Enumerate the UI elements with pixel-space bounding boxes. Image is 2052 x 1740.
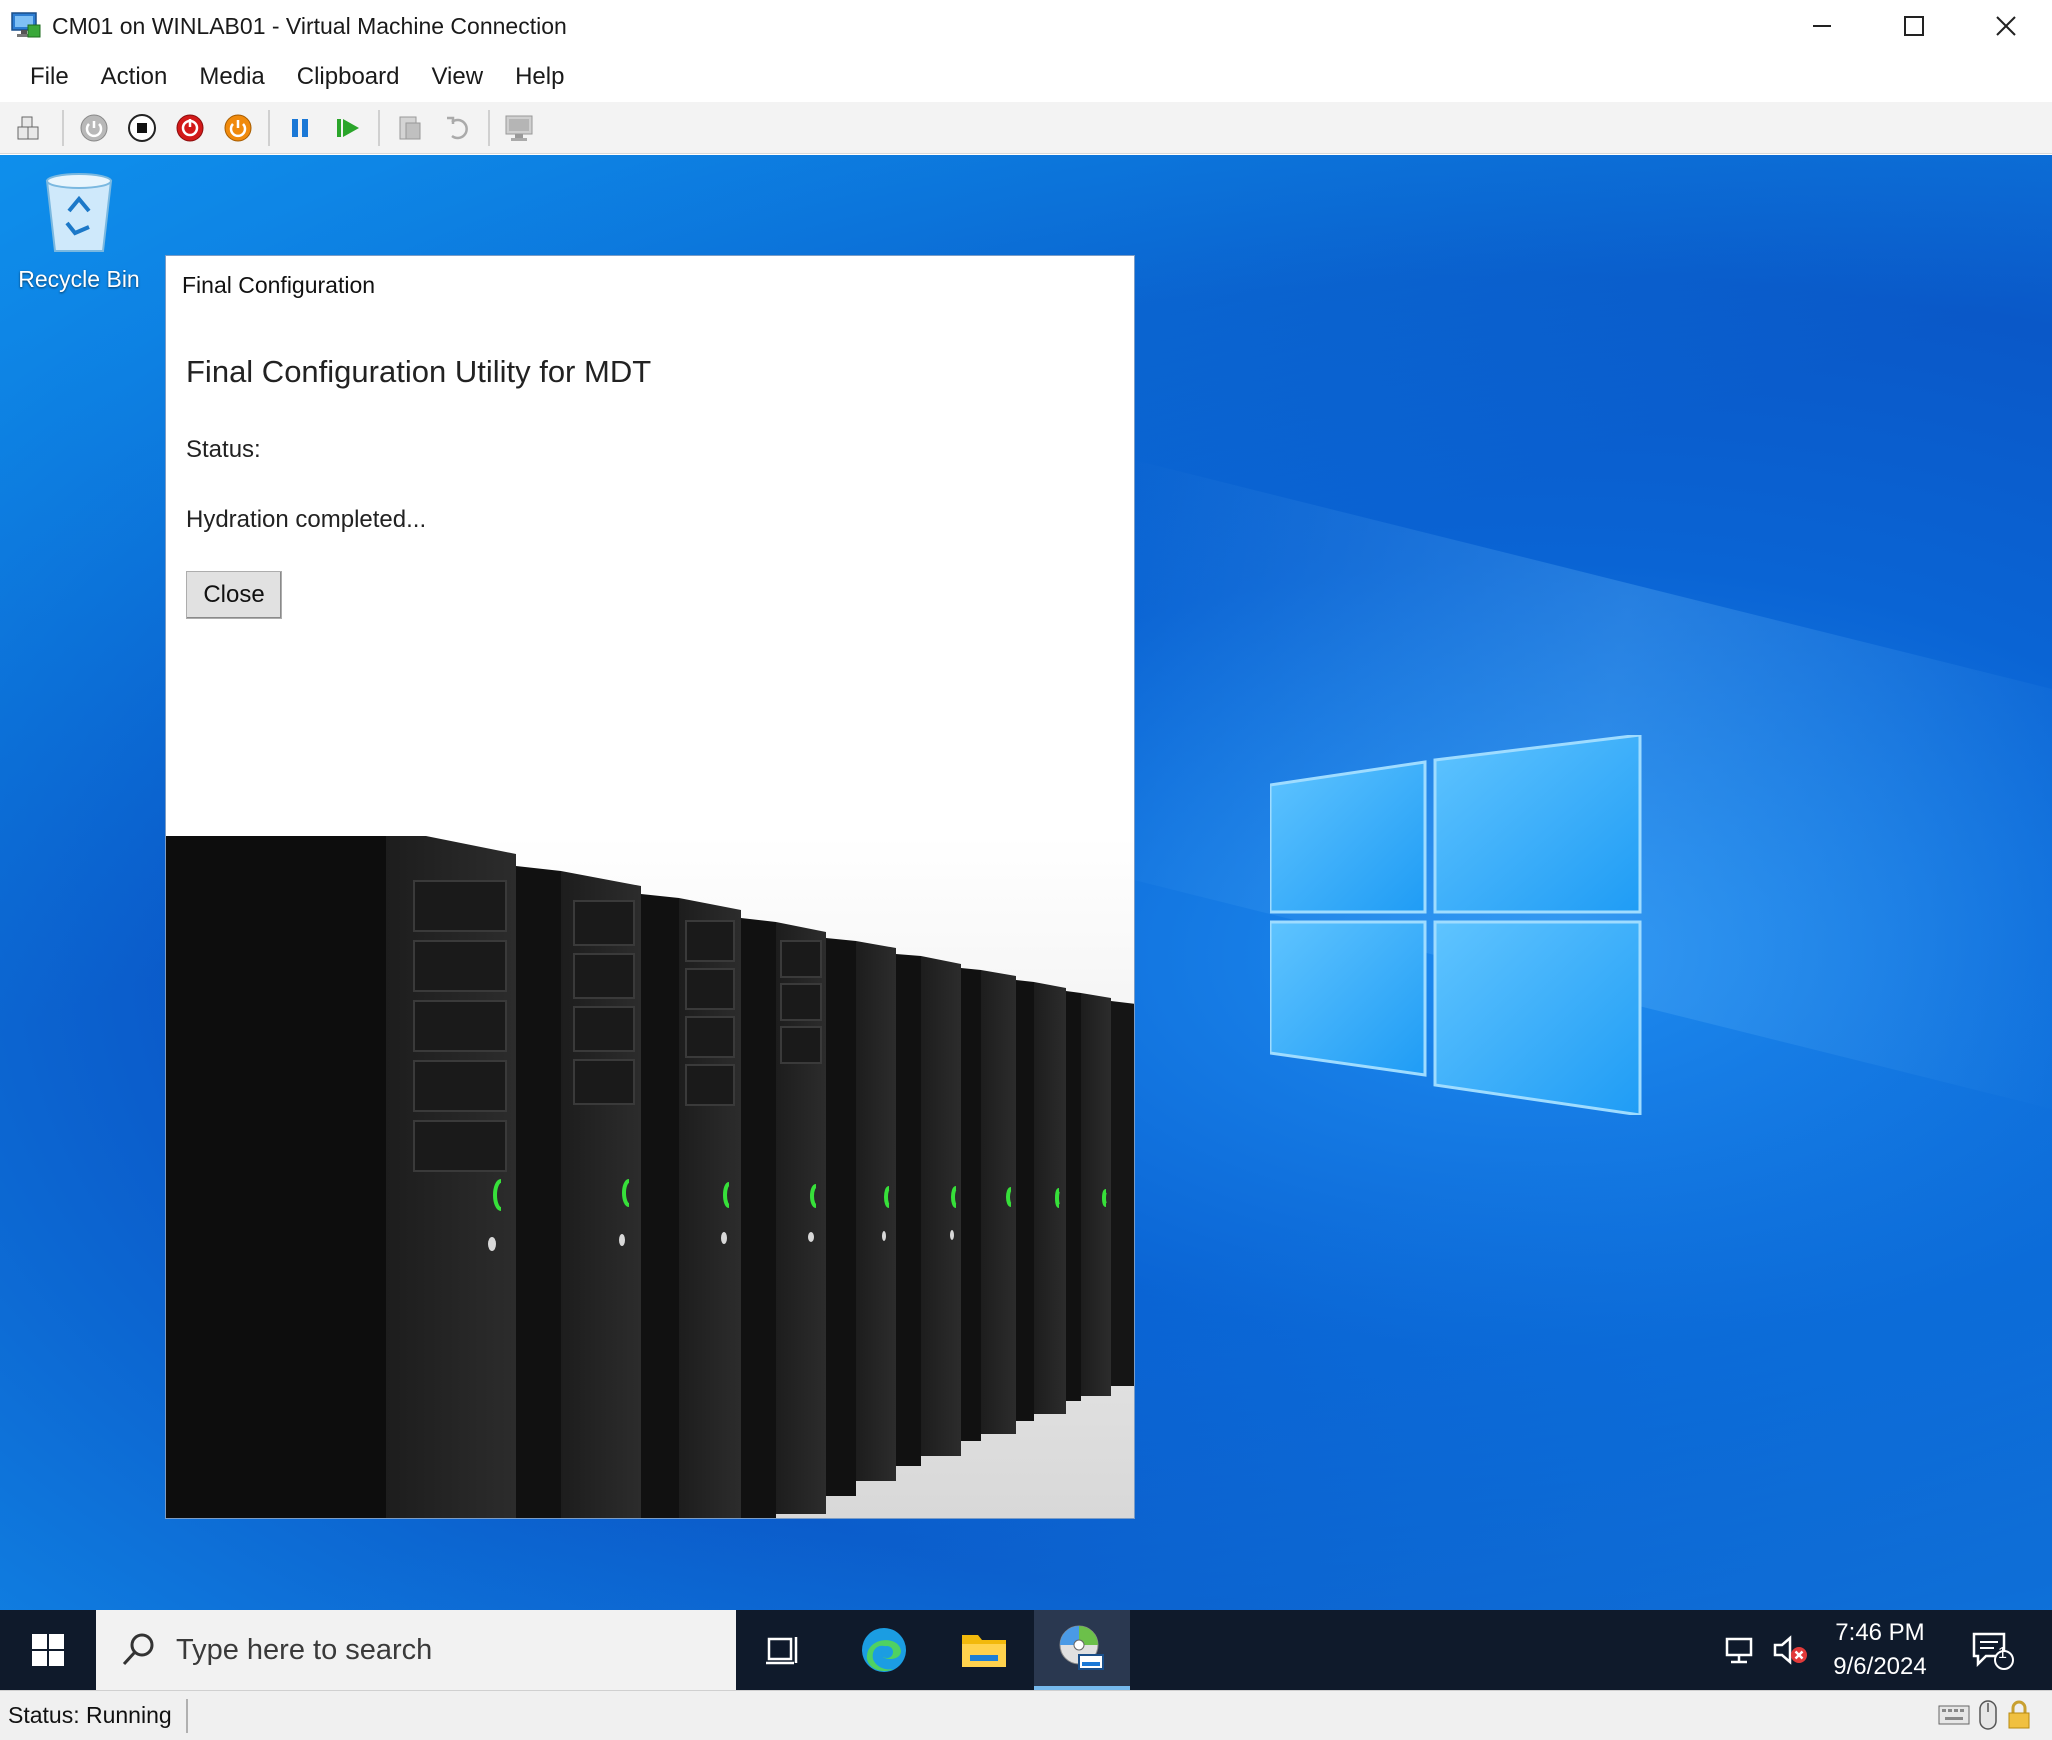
shut-down-icon [176, 114, 204, 141]
maximize-icon [1904, 16, 1924, 36]
volume-tray-button[interactable] [1768, 1610, 1812, 1690]
start-button[interactable] [0, 1610, 96, 1690]
server-rack-image [166, 836, 1134, 1518]
edge-icon [862, 1628, 906, 1672]
toolbar-separator [62, 109, 64, 146]
turn-off-button[interactable] [122, 108, 162, 148]
final-configuration-dialog: Final Configuration Final Configuration … [165, 255, 1135, 1519]
taskbar: Type here to search 7:46 PM 9/6/2024 1 [0, 1610, 2052, 1690]
mouse-icon [1979, 1700, 1997, 1730]
toolbar-separator [378, 109, 380, 146]
edge-taskbar-button[interactable] [836, 1610, 932, 1690]
menu-help[interactable]: Help [499, 57, 580, 97]
title-bar: CM01 on WINLAB01 - Virtual Machine Conne… [0, 0, 2052, 52]
keyboard-status [1938, 1703, 1970, 1727]
clock-date: 9/6/2024 [1833, 1653, 1927, 1680]
volume-muted-icon [1773, 1635, 1807, 1665]
enhanced-session-button[interactable] [500, 108, 540, 148]
dialog-heading: Final Configuration Utility for MDT [186, 354, 652, 389]
menu-clipboard[interactable]: Clipboard [281, 57, 416, 97]
setup-disc-icon [1059, 1625, 1104, 1670]
vm-status-text: Status: Running [8, 1702, 172, 1728]
vm-connection-icon [10, 11, 42, 41]
recycle-bin-label: Recycle Bin [18, 266, 140, 292]
checkpoint-button[interactable] [390, 108, 430, 148]
windows-logo-wallpaper [1270, 735, 1642, 1115]
enhanced-session-icon [505, 115, 533, 141]
menu-media[interactable]: Media [183, 57, 280, 97]
action-center-button[interactable]: 1 [1960, 1610, 2024, 1690]
revert-icon [447, 116, 468, 139]
maximize-button[interactable] [1868, 0, 1960, 52]
save-icon [224, 114, 252, 141]
menu-action[interactable]: Action [85, 57, 184, 97]
resume-icon [337, 118, 359, 137]
menu-bar: File Action Media Clipboard View Help [0, 52, 2052, 102]
status-label: Status: [186, 436, 261, 463]
close-icon [1996, 16, 2016, 36]
status-icons [1930, 1699, 2032, 1731]
start-button[interactable] [74, 108, 114, 148]
start-icon [80, 114, 108, 141]
network-icon [1725, 1637, 1753, 1664]
windows-start-icon [32, 1634, 64, 1666]
menu-file[interactable]: File [14, 57, 85, 97]
toolbar-separator [268, 109, 270, 146]
resume-button[interactable] [328, 108, 368, 148]
lock-status [2006, 1700, 2032, 1730]
lock-icon [2008, 1700, 2030, 1729]
revert-button[interactable] [438, 108, 478, 148]
file-explorer-taskbar-button[interactable] [936, 1610, 1032, 1690]
recycle-bin-icon [45, 173, 113, 252]
status-message: Hydration completed... [186, 506, 427, 533]
status-separator [186, 1699, 188, 1733]
window-controls [1776, 0, 2052, 52]
turn-off-icon [128, 113, 156, 142]
minimize-button[interactable] [1776, 0, 1868, 52]
task-view-button[interactable] [736, 1610, 832, 1690]
menu-view[interactable]: View [415, 57, 499, 97]
toolbar [0, 102, 2052, 154]
status-bar: Status: Running [0, 1690, 2052, 1740]
pause-icon [292, 118, 308, 137]
minimize-icon [1813, 25, 1831, 27]
taskbar-clock[interactable]: 7:46 PM 9/6/2024 [1810, 1616, 1950, 1684]
toolbar-separator [488, 109, 490, 146]
ctrl-alt-del-button[interactable] [12, 108, 52, 148]
network-tray-button[interactable] [1720, 1610, 1764, 1690]
save-button[interactable] [218, 108, 258, 148]
keyboard-icon [1938, 1705, 1970, 1725]
pause-button[interactable] [280, 108, 320, 148]
window-title: CM01 on WINLAB01 - Virtual Machine Conne… [52, 12, 567, 39]
file-explorer-icon [962, 1635, 1006, 1667]
ctrl-alt-del-icon [17, 116, 39, 139]
vm-desktop[interactable]: Recycle Bin Final Configuration Final Co… [0, 155, 2052, 1610]
checkpoint-icon [399, 116, 421, 139]
shut-down-button[interactable] [170, 108, 210, 148]
mouse-status [1978, 1699, 1998, 1731]
mdt-app-taskbar-button[interactable] [1034, 1610, 1130, 1690]
recycle-bin[interactable]: Recycle Bin [14, 171, 144, 293]
close-dialog-button[interactable]: Close [186, 571, 282, 619]
search-icon [122, 1633, 154, 1666]
dialog-title: Final Configuration [182, 272, 376, 298]
taskbar-search-box[interactable]: Type here to search [96, 1610, 736, 1690]
search-placeholder: Type here to search [176, 1633, 433, 1666]
notification-count: 1 [1998, 1645, 2007, 1662]
notification-icon [1972, 1632, 2014, 1670]
clock-time: 7:46 PM [1835, 1619, 1925, 1646]
task-view-icon [766, 1637, 798, 1665]
close-button[interactable] [1960, 0, 2052, 52]
